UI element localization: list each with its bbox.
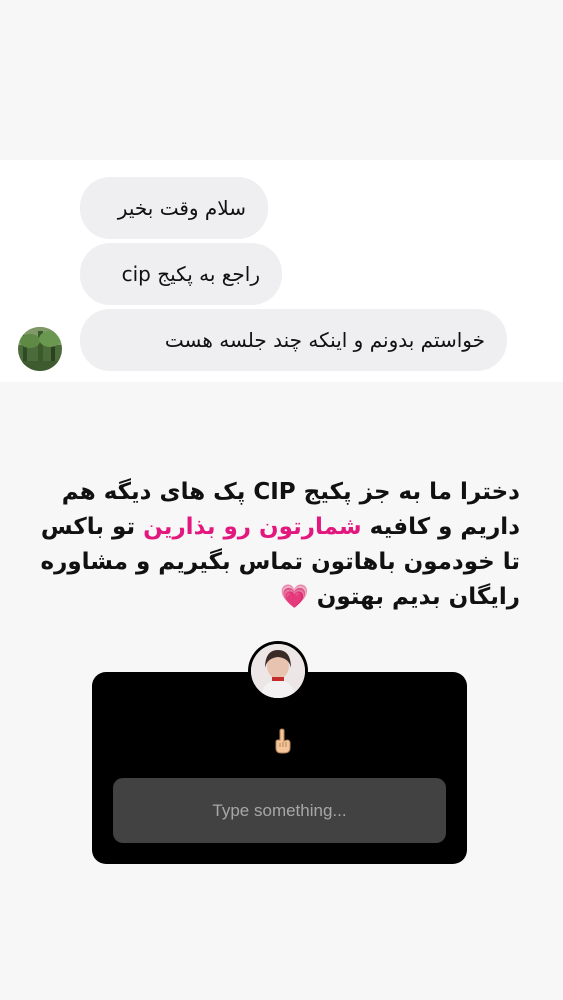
pointing-down-hand-icon <box>268 727 296 755</box>
story-author-avatar <box>248 641 308 701</box>
story-background-top <box>0 0 563 160</box>
nature-photo-icon <box>18 327 62 371</box>
message-text: خواستم بدونم و اینکه چند جلسه هست <box>164 328 485 352</box>
message-bubble: سلام وقت بخیر <box>80 177 268 239</box>
caption-highlight: شمارتون رو بذارین <box>143 514 362 540</box>
story-caption: دخترا ما به جز پکیج CIP پک های دیگه هم د… <box>30 475 520 615</box>
message-bubble: خواستم بدونم و اینکه چند جلسه هست <box>80 309 507 371</box>
question-answer-input[interactable]: Type something... <box>113 778 446 843</box>
sender-avatar <box>18 327 62 371</box>
input-placeholder: Type something... <box>212 800 347 820</box>
message-text: راجع به پکیج cip <box>121 262 260 286</box>
portrait-photo-icon <box>251 644 305 698</box>
message-text: سلام وقت بخیر <box>117 196 246 220</box>
pink-heart-icon: 💗 <box>280 584 309 610</box>
message-bubble: راجع به پکیج cip <box>80 243 282 305</box>
